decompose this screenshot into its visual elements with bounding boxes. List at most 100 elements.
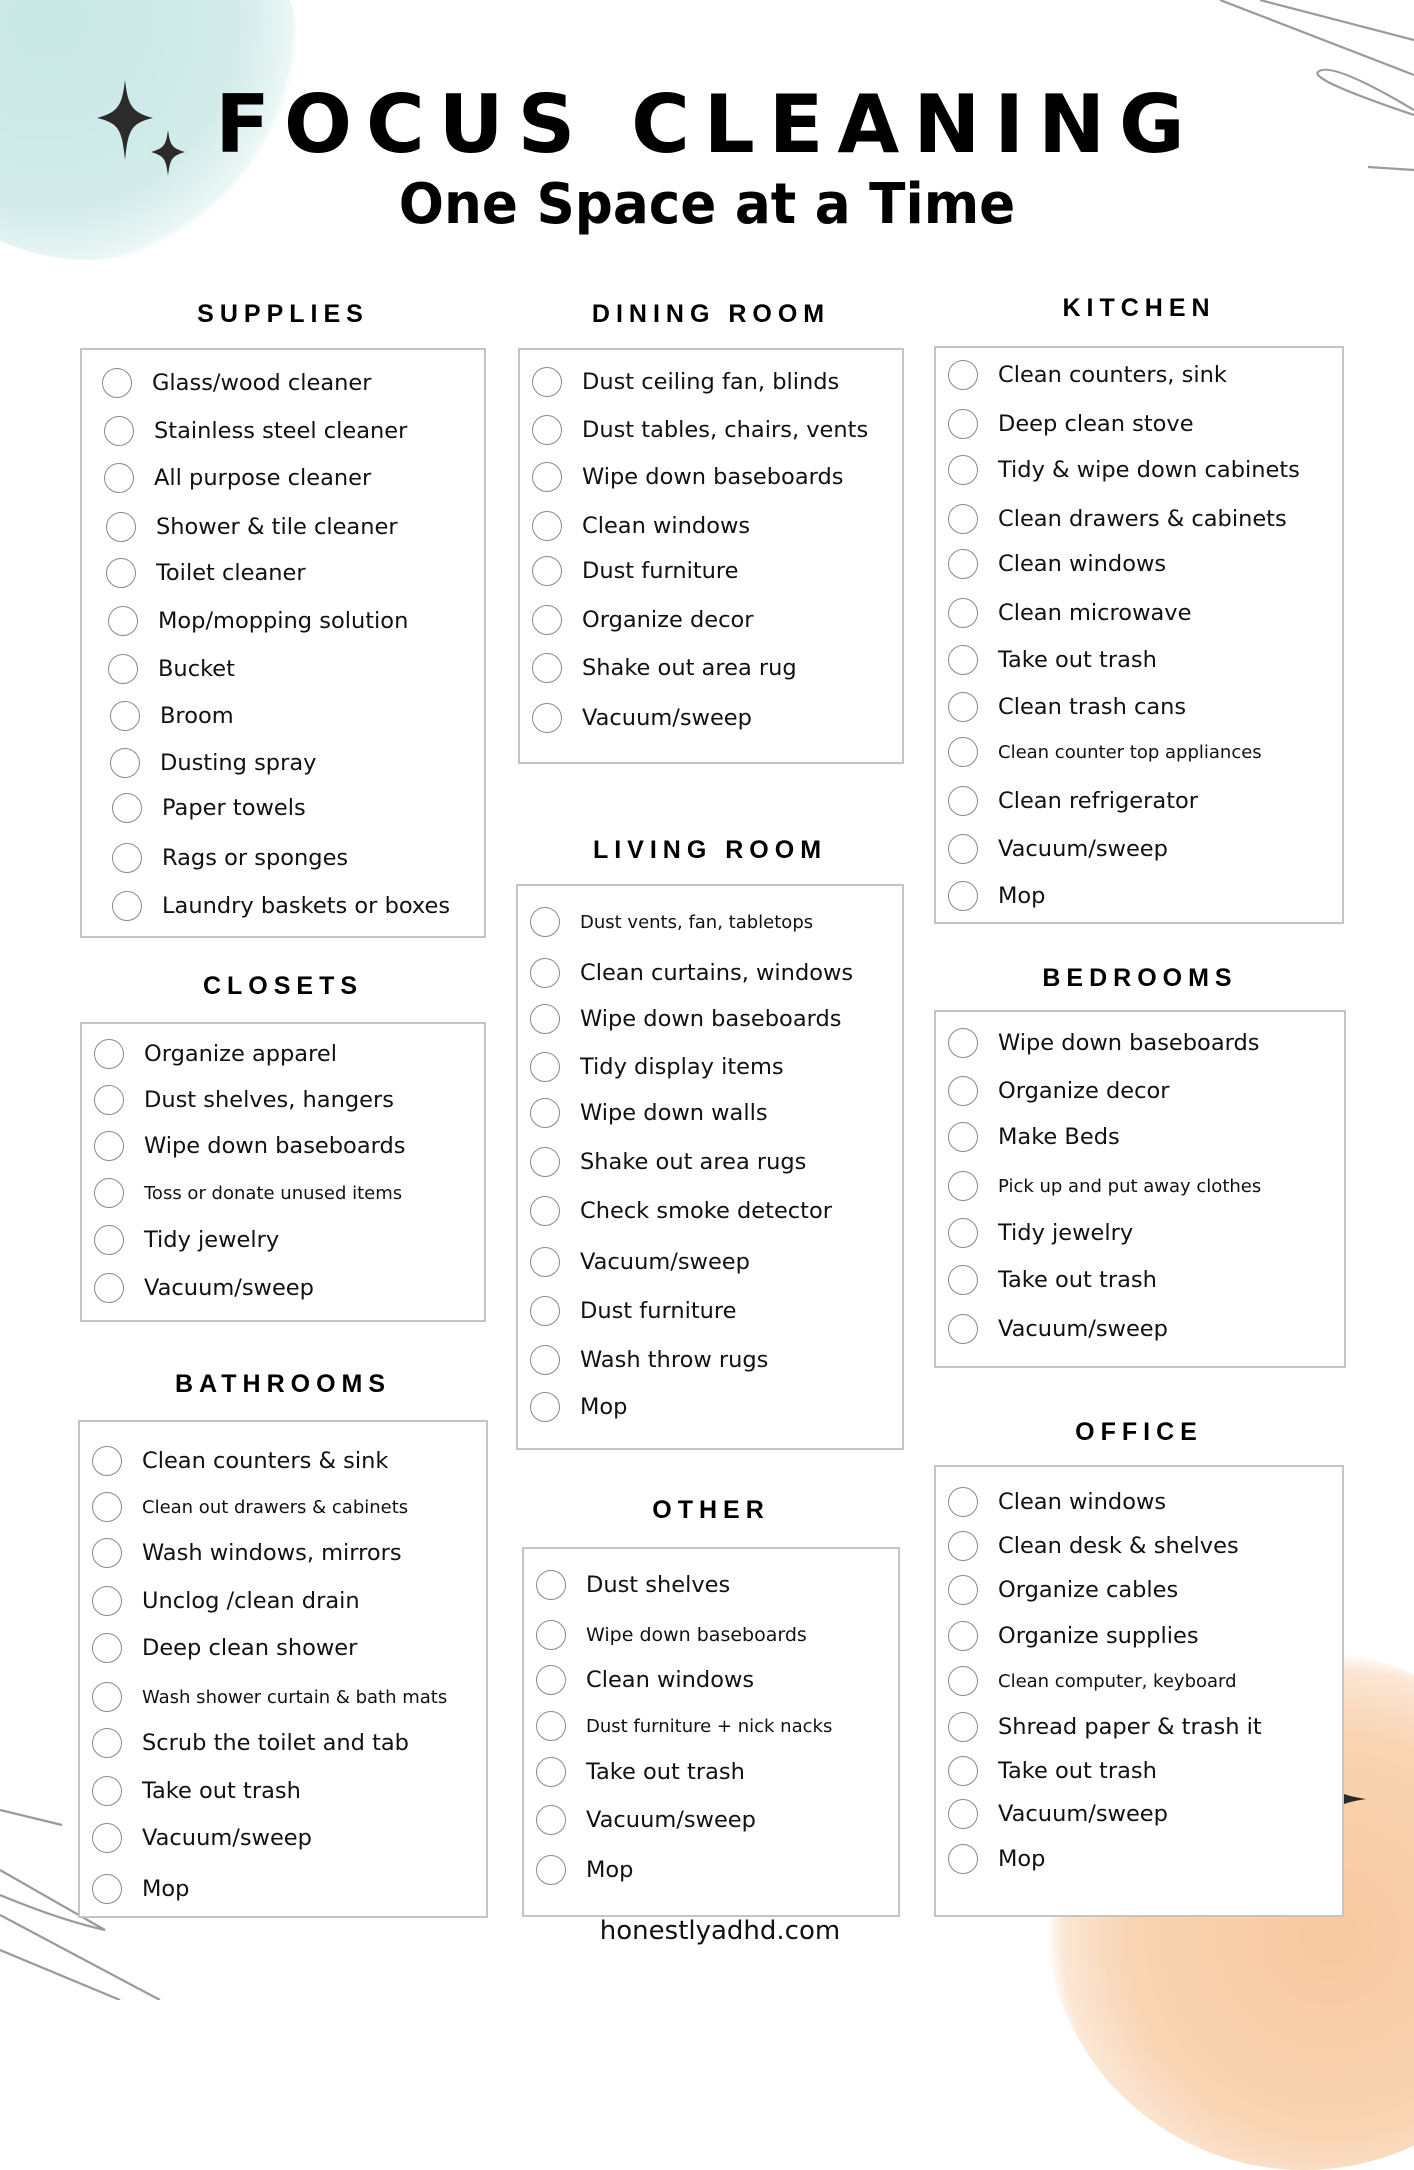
checklist-item[interactable]: Dust shelves, hangers xyxy=(94,1085,394,1115)
checkbox-circle-icon[interactable] xyxy=(92,1823,122,1853)
checklist-item[interactable]: Wipe down baseboards xyxy=(530,1004,841,1034)
checklist-item[interactable]: Tidy jewelry xyxy=(94,1225,279,1255)
checkbox-circle-icon[interactable] xyxy=(92,1776,122,1806)
checklist-item[interactable]: Organize supplies xyxy=(948,1621,1199,1651)
checklist-item[interactable]: Dust shelves xyxy=(536,1570,730,1600)
checkbox-circle-icon[interactable] xyxy=(948,1487,978,1517)
checkbox-circle-icon[interactable] xyxy=(948,598,978,628)
checklist-item[interactable]: Organize decor xyxy=(948,1076,1169,1106)
checklist-item[interactable]: Wash windows, mirrors xyxy=(92,1538,402,1568)
checkbox-circle-icon[interactable] xyxy=(92,1538,122,1568)
checklist-item[interactable]: All purpose cleaner xyxy=(104,463,371,493)
checklist-item[interactable]: Deep clean shower xyxy=(92,1633,357,1663)
checkbox-circle-icon[interactable] xyxy=(948,549,978,579)
checklist-item[interactable]: Wipe down baseboards xyxy=(532,462,843,492)
checklist-item[interactable]: Take out trash xyxy=(536,1757,745,1787)
checklist-item[interactable]: Mop/mopping solution xyxy=(108,606,408,636)
checklist-item[interactable]: Mop xyxy=(92,1874,189,1904)
checkbox-circle-icon[interactable] xyxy=(530,1345,560,1375)
checklist-item[interactable]: Take out trash xyxy=(948,1756,1157,1786)
checkbox-circle-icon[interactable] xyxy=(108,654,138,684)
checkbox-circle-icon[interactable] xyxy=(530,1052,560,1082)
checkbox-circle-icon[interactable] xyxy=(104,416,134,446)
checklist-item[interactable]: Tidy display items xyxy=(530,1052,784,1082)
checklist-item[interactable]: Mop xyxy=(948,1844,1045,1874)
checkbox-circle-icon[interactable] xyxy=(948,881,978,911)
checkbox-circle-icon[interactable] xyxy=(92,1633,122,1663)
checklist-item[interactable]: Vacuum/sweep xyxy=(92,1823,312,1853)
checklist-item[interactable]: Scrub the toilet and tab xyxy=(92,1728,409,1758)
checklist-item[interactable]: Make Beds xyxy=(948,1122,1120,1152)
checklist-item[interactable]: Clean windows xyxy=(536,1665,754,1695)
checkbox-circle-icon[interactable] xyxy=(948,1265,978,1295)
checklist-item[interactable]: Clean out drawers & cabinets xyxy=(92,1492,408,1522)
checkbox-circle-icon[interactable] xyxy=(112,793,142,823)
checkbox-circle-icon[interactable] xyxy=(532,367,562,397)
checklist-item[interactable]: Clean counter top appliances xyxy=(948,737,1262,767)
checklist-item[interactable]: Shread paper & trash it xyxy=(948,1712,1262,1742)
checklist-item[interactable]: Check smoke detector xyxy=(530,1196,832,1226)
checklist-item[interactable]: Dust ceiling fan, blinds xyxy=(532,367,839,397)
checkbox-circle-icon[interactable] xyxy=(92,1446,122,1476)
checkbox-circle-icon[interactable] xyxy=(948,834,978,864)
checklist-item[interactable]: Vacuum/sweep xyxy=(948,834,1168,864)
checkbox-circle-icon[interactable] xyxy=(536,1665,566,1695)
checklist-item[interactable]: Mop xyxy=(536,1855,633,1885)
checkbox-circle-icon[interactable] xyxy=(536,1757,566,1787)
checkbox-circle-icon[interactable] xyxy=(948,737,978,767)
checklist-item[interactable]: Clean desk & shelves xyxy=(948,1531,1239,1561)
checklist-item[interactable]: Shake out area rugs xyxy=(530,1147,806,1177)
checkbox-circle-icon[interactable] xyxy=(530,907,560,937)
checkbox-circle-icon[interactable] xyxy=(532,605,562,635)
checklist-item[interactable]: Take out trash xyxy=(948,645,1157,675)
checkbox-circle-icon[interactable] xyxy=(92,1874,122,1904)
checklist-item[interactable]: Clean curtains, windows xyxy=(530,958,853,988)
checklist-item[interactable]: Clean windows xyxy=(948,549,1166,579)
checklist-item[interactable]: Clean counters & sink xyxy=(92,1446,388,1476)
checkbox-circle-icon[interactable] xyxy=(948,1621,978,1651)
checklist-item[interactable]: Shower & tile cleaner xyxy=(106,512,398,542)
checklist-item[interactable]: Deep clean stove xyxy=(948,409,1194,439)
checklist-item[interactable]: Dust furniture xyxy=(532,556,739,586)
checkbox-circle-icon[interactable] xyxy=(532,415,562,445)
checkbox-circle-icon[interactable] xyxy=(530,1247,560,1277)
checkbox-circle-icon[interactable] xyxy=(948,1218,978,1248)
checklist-item[interactable]: Dust vents, fan, tabletops xyxy=(530,907,813,937)
checkbox-circle-icon[interactable] xyxy=(948,504,978,534)
checkbox-circle-icon[interactable] xyxy=(530,1098,560,1128)
checklist-item[interactable]: Toilet cleaner xyxy=(106,558,306,588)
checklist-item[interactable]: Unclog /clean drain xyxy=(92,1586,360,1616)
checklist-item[interactable]: Clean microwave xyxy=(948,598,1191,628)
checklist-item[interactable]: Vacuum/sweep xyxy=(948,1799,1168,1829)
checklist-item[interactable]: Mop xyxy=(948,881,1045,911)
checkbox-circle-icon[interactable] xyxy=(536,1711,566,1741)
checkbox-circle-icon[interactable] xyxy=(530,1004,560,1034)
checkbox-circle-icon[interactable] xyxy=(948,1844,978,1874)
checklist-item[interactable]: Vacuum/sweep xyxy=(94,1273,314,1303)
checkbox-circle-icon[interactable] xyxy=(92,1586,122,1616)
checklist-item[interactable]: Shake out area rug xyxy=(532,653,797,683)
checklist-item[interactable]: Organize cables xyxy=(948,1575,1178,1605)
checklist-item[interactable]: Clean windows xyxy=(532,511,750,541)
checklist-item[interactable]: Clean drawers & cabinets xyxy=(948,504,1287,534)
checklist-item[interactable]: Dust furniture + nick nacks xyxy=(536,1711,832,1741)
checkbox-circle-icon[interactable] xyxy=(94,1178,124,1208)
checkbox-circle-icon[interactable] xyxy=(536,1570,566,1600)
checklist-item[interactable]: Wipe down walls xyxy=(530,1098,768,1128)
checkbox-circle-icon[interactable] xyxy=(948,1531,978,1561)
checklist-item[interactable]: Glass/wood cleaner xyxy=(102,368,371,398)
checklist-item[interactable]: Stainless steel cleaner xyxy=(104,416,407,446)
checklist-item[interactable]: Clean counters, sink xyxy=(948,360,1227,390)
checklist-item[interactable]: Laundry baskets or boxes xyxy=(112,891,450,921)
checkbox-circle-icon[interactable] xyxy=(536,1805,566,1835)
checklist-item[interactable]: Wash shower curtain & bath mats xyxy=(92,1682,447,1712)
checkbox-circle-icon[interactable] xyxy=(532,703,562,733)
checklist-item[interactable]: Vacuum/sweep xyxy=(530,1247,750,1277)
checkbox-circle-icon[interactable] xyxy=(106,558,136,588)
checklist-item[interactable]: Organize decor xyxy=(532,605,753,635)
checklist-item[interactable]: Take out trash xyxy=(92,1776,301,1806)
checkbox-circle-icon[interactable] xyxy=(92,1682,122,1712)
checkbox-circle-icon[interactable] xyxy=(94,1273,124,1303)
checkbox-circle-icon[interactable] xyxy=(532,511,562,541)
checklist-item[interactable]: Clean trash cans xyxy=(948,692,1186,722)
